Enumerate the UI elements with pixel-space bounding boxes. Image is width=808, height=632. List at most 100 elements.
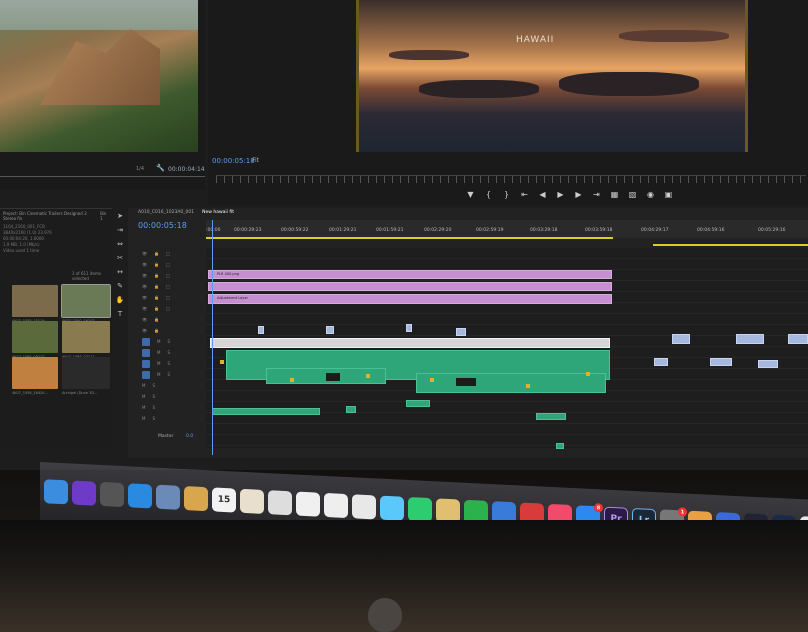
- timeline-ruler[interactable]: :00:00 00:00:29:23 00:00:59:22 00:01:29:21 0…: [206, 220, 808, 238]
- slip-tool-icon[interactable]: ↔: [117, 268, 123, 276]
- tab-project[interactable]: Project: Bin Cinematic Trailers Designed…: [3, 211, 94, 221]
- track-target[interactable]: [142, 359, 150, 368]
- preview-icon[interactable]: [156, 484, 180, 510]
- program-ruler[interactable]: [216, 175, 806, 183]
- clip-audio[interactable]: [346, 406, 356, 413]
- reminders-icon[interactable]: [324, 492, 348, 519]
- track-header[interactable]: 👁 🔒: [128, 325, 206, 336]
- track-select-tool-icon[interactable]: ⇥: [117, 226, 123, 234]
- clip-audio[interactable]: [416, 373, 606, 393]
- tab-bin[interactable]: Bin 1: [100, 211, 109, 221]
- messages-icon[interactable]: [380, 495, 404, 521]
- compare-icon[interactable]: ▣: [664, 190, 673, 199]
- clip-video-v1[interactable]: [210, 338, 610, 348]
- extract-icon[interactable]: ▧: [628, 190, 637, 199]
- type-tool-icon[interactable]: T: [118, 310, 122, 318]
- tab-sequence[interactable]: A010_C016_1023A0_001: [138, 210, 194, 216]
- media-thumbnail[interactable]: 4K07_1555_15119...: [12, 285, 58, 323]
- clip-audio[interactable]: [556, 443, 564, 449]
- track-header-a7[interactable]: MS: [128, 402, 206, 413]
- track-header-a2[interactable]: MS: [128, 347, 206, 358]
- clip-video[interactable]: [326, 326, 334, 334]
- track-header-v5[interactable]: 👁 🔒 □: [128, 259, 206, 270]
- ruler-timecode: 00:00:59:22: [281, 228, 309, 233]
- track-area[interactable]: PLR 400.png Adjustment Layer: [206, 248, 808, 449]
- clip-video[interactable]: [758, 360, 778, 368]
- track-header-a5[interactable]: MS: [128, 380, 206, 391]
- master-volume[interactable]: 0.0: [186, 434, 193, 439]
- work-area-bar[interactable]: [206, 237, 613, 239]
- media-thumbnail[interactable]: 4K07_1550_16107...: [61, 284, 111, 323]
- work-area-bar[interactable]: [653, 244, 808, 246]
- track-header[interactable]: 👁 🔒: [128, 314, 206, 325]
- source-scrub-bar[interactable]: [0, 176, 205, 177]
- track-target[interactable]: [142, 370, 150, 379]
- track-target[interactable]: [142, 337, 150, 346]
- pen-tool-icon[interactable]: ✎: [117, 282, 123, 290]
- clip-video[interactable]: [654, 358, 668, 366]
- lift-icon[interactable]: ▦: [610, 190, 619, 199]
- clip-video[interactable]: [710, 358, 732, 366]
- notes-icon[interactable]: [184, 486, 208, 512]
- clip-video[interactable]: [258, 326, 264, 334]
- razor-tool-icon[interactable]: ✂: [117, 254, 123, 262]
- track-header-v2[interactable]: 👁 🔒 □: [128, 292, 206, 303]
- source-timecode[interactable]: 00:00:04:14: [168, 166, 205, 173]
- zoom-select[interactable]: Fit: [252, 157, 259, 164]
- in-point-icon[interactable]: {: [484, 190, 493, 199]
- track-target[interactable]: [142, 348, 150, 357]
- media-thumbnail[interactable]: 4K07_1556_16420...: [12, 357, 58, 395]
- track-header-v3[interactable]: 👁 🔒 □: [128, 281, 206, 292]
- go-to-in-icon[interactable]: ⇤: [520, 190, 529, 199]
- clip-audio[interactable]: [406, 400, 430, 407]
- hand-tool-icon[interactable]: ✋: [116, 296, 125, 304]
- textedit-icon[interactable]: [240, 488, 264, 514]
- play-icon[interactable]: ▶: [556, 190, 565, 199]
- clip-video[interactable]: [406, 324, 412, 332]
- out-point-icon[interactable]: }: [502, 190, 511, 199]
- clip-effects-row[interactable]: [208, 282, 612, 291]
- script-icon[interactable]: [268, 490, 292, 516]
- wrench-icon[interactable]: 🔧: [156, 164, 165, 172]
- track-header-v1[interactable]: 👁 🔒 □: [128, 303, 206, 314]
- clip-audio[interactable]: [536, 413, 566, 420]
- timeline-timecode[interactable]: 00:00:05:18: [138, 221, 187, 230]
- clip-audio[interactable]: [212, 408, 320, 415]
- siri-icon[interactable]: [72, 480, 96, 506]
- track-header-a1[interactable]: MS: [128, 336, 206, 347]
- tab-sequence-active[interactable]: New hawaii fit: [202, 210, 234, 216]
- calendar-icon[interactable]: 15: [212, 487, 236, 513]
- clip-video[interactable]: [788, 334, 808, 344]
- clip-graphic[interactable]: PLR 400.png: [208, 270, 612, 279]
- track-header-v6[interactable]: 👁 🔒 □: [128, 248, 206, 259]
- clip-adjustment-layer[interactable]: Adjustment Layer: [208, 294, 612, 304]
- launchpad-icon[interactable]: [100, 481, 124, 508]
- step-forward-icon[interactable]: ▶: [574, 190, 583, 199]
- step-back-icon[interactable]: ◀: [538, 190, 547, 199]
- track-header-a6[interactable]: MS: [128, 391, 206, 402]
- finder-icon[interactable]: [44, 479, 68, 505]
- media-thumbnail[interactable]: 4K07_1565_07211...: [62, 321, 110, 359]
- media-thumbnail[interactable]: 4K07_1565_09210...: [12, 321, 58, 359]
- ripple-edit-tool-icon[interactable]: ⇔: [117, 240, 123, 248]
- safari-icon[interactable]: [128, 483, 152, 509]
- track-header-a8[interactable]: MS: [128, 413, 206, 424]
- clip-video[interactable]: [456, 328, 466, 336]
- pages-icon[interactable]: [296, 491, 320, 517]
- clip-video[interactable]: [672, 334, 690, 344]
- track-header-v4[interactable]: 👁 🔒 □: [128, 270, 206, 281]
- program-timecode[interactable]: 00:00:05:18: [212, 157, 255, 165]
- photos-icon[interactable]: [352, 494, 376, 520]
- facetime-icon[interactable]: [408, 496, 432, 523]
- go-to-out-icon[interactable]: ⇥: [592, 190, 601, 199]
- marker-icon[interactable]: ▼: [466, 190, 475, 199]
- tools-panel: ➤ ⇥ ⇔ ✂ ↔ ✎ ✋ T: [113, 212, 127, 442]
- track-header-a4[interactable]: MS: [128, 369, 206, 380]
- track-header-a3[interactable]: MS: [128, 358, 206, 369]
- source-resolution[interactable]: 1/4: [136, 166, 144, 172]
- clip-video[interactable]: [736, 334, 764, 344]
- media-thumbnail[interactable]: Archipel (Dune 3D...: [62, 357, 110, 395]
- selection-tool-icon[interactable]: ➤: [117, 212, 123, 220]
- playhead[interactable]: [212, 220, 213, 455]
- export-frame-icon[interactable]: ◉: [646, 190, 655, 199]
